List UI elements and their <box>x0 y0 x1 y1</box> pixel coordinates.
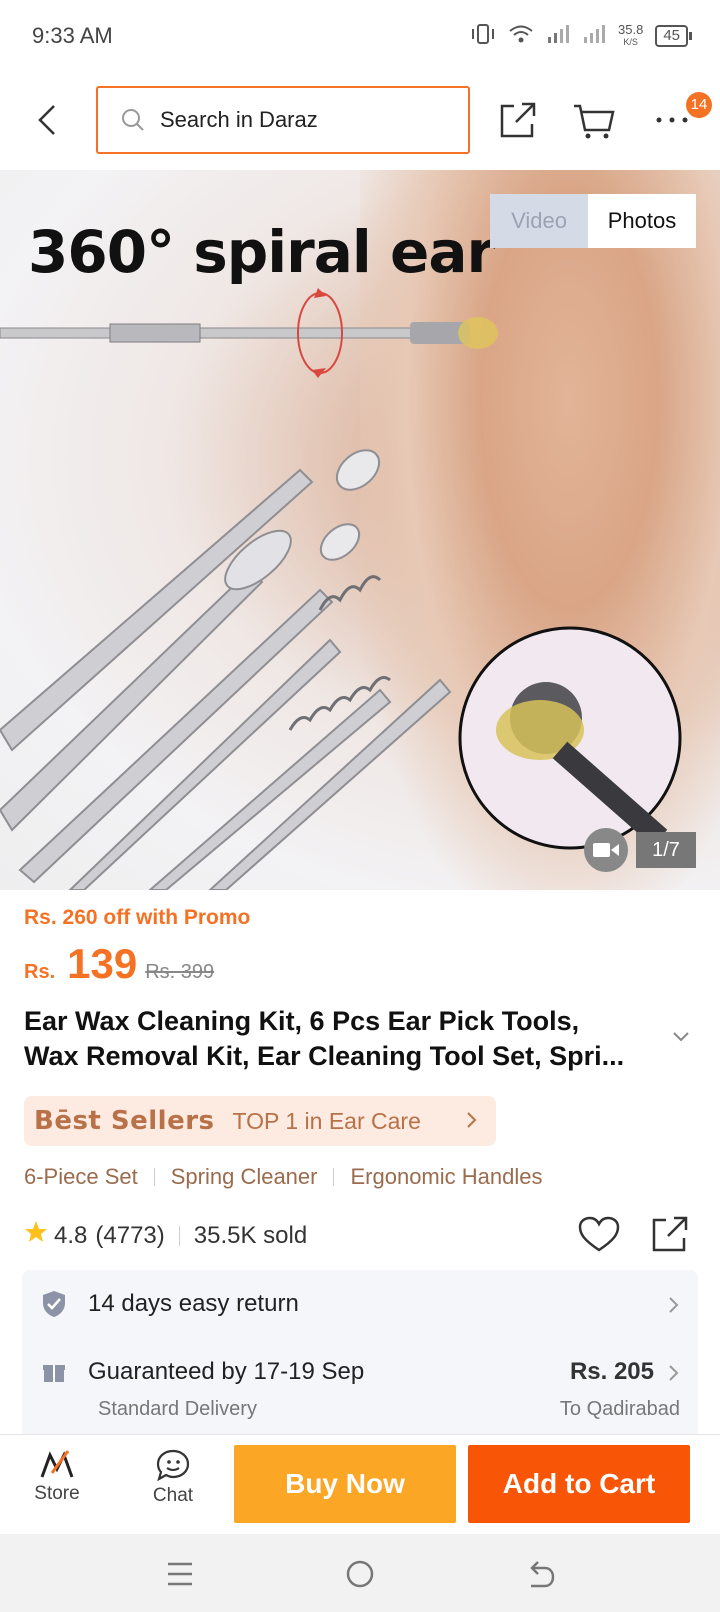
signal-icon-2 <box>582 23 606 50</box>
delivery-location: To Qadirabad <box>559 1398 680 1420</box>
store-button[interactable]: Store <box>12 1449 102 1505</box>
chevron-right-icon <box>668 1296 680 1319</box>
buy-now-button[interactable]: Buy Now <box>234 1445 456 1523</box>
gift-box-icon <box>42 1360 66 1389</box>
product-image-gallery[interactable]: 360° spiral ear Video Photos 1/7 <box>0 170 720 890</box>
share-icon <box>500 102 536 138</box>
cart-badge: 14 <box>686 92 712 118</box>
net-speed: 35.8 K/S <box>618 22 644 48</box>
return-policy-label: 14 days easy return <box>88 1290 299 1317</box>
original-price: Rs. 399 <box>145 961 215 983</box>
price-currency: Rs. <box>24 961 56 983</box>
back-arrow-icon <box>38 105 55 135</box>
tag-divider <box>333 1168 335 1186</box>
rating-count: (4773) <box>95 1221 165 1249</box>
tag-item: 6-Piece Set <box>24 1164 138 1189</box>
delivery-guarantee: Guaranteed by 17-19 Sep <box>88 1358 365 1385</box>
menu-lines-icon <box>168 1562 192 1586</box>
status-time: 9:33 AM <box>32 23 113 48</box>
system-navigation-bar <box>0 1534 720 1612</box>
delivery-row[interactable]: Guaranteed by 17-19 Sep Rs. 205 Standard… <box>22 1340 698 1446</box>
media-toggle: Video Photos <box>490 194 696 248</box>
chat-button[interactable]: Chat <box>128 1449 218 1507</box>
top-header: Search in Daraz 14 <box>0 72 720 168</box>
recent-apps-button[interactable] <box>162 1556 198 1592</box>
return-policy-row[interactable]: 14 days easy return <box>22 1270 698 1340</box>
tag-item: Spring Cleaner <box>170 1164 318 1189</box>
rating-row[interactable]: 4.8 (4773) 35.5K sold <box>24 1220 307 1251</box>
chevron-right-icon <box>466 1111 478 1134</box>
chat-label: Chat <box>152 1485 194 1506</box>
wishlist-heart-icon[interactable] <box>578 1216 620 1259</box>
image-caption: 360° spiral ear <box>28 218 495 286</box>
add-to-cart-button[interactable]: Add to Cart <box>468 1445 690 1523</box>
price-value: 139 <box>67 940 138 987</box>
net-speed-unit: K/S <box>623 37 638 47</box>
signal-icon <box>546 23 570 50</box>
store-label: Store <box>34 1483 80 1504</box>
bestseller-logo: Bēst Sellers <box>34 1106 215 1136</box>
price-row: Rs. 139 Rs. 399 <box>24 940 214 988</box>
tag-item: Ergonomic Handles <box>350 1164 543 1189</box>
product-title-line-1: Ear Wax Cleaning Kit, 6 Pcs Ear Pick Too… <box>24 1006 580 1036</box>
video-camera-icon <box>593 843 619 857</box>
product-title[interactable]: Ear Wax Cleaning Kit, 6 Pcs Ear Pick Too… <box>24 1004 664 1074</box>
image-counter: 1/7 <box>636 832 696 868</box>
video-play-button[interactable] <box>584 828 628 872</box>
search-placeholder: Search in Daraz <box>160 107 318 132</box>
return-arrow-icon <box>530 1561 555 1588</box>
service-card: 14 days easy return Guaranteed by 17-19 … <box>22 1270 698 1446</box>
vibrate-icon <box>470 23 496 50</box>
tab-photos[interactable]: Photos <box>588 194 696 248</box>
search-icon <box>122 109 144 131</box>
bestseller-banner[interactable]: Bēst Sellers TOP 1 in Ear Care <box>24 1096 496 1146</box>
bottom-action-bar: Store Chat Buy Now Add to Cart <box>0 1434 720 1534</box>
share-button[interactable] <box>496 98 540 142</box>
shield-check-icon <box>42 1290 66 1323</box>
rating-divider <box>178 1225 180 1246</box>
net-speed-value: 35.8 <box>618 22 644 37</box>
share-product-icon[interactable] <box>650 1214 690 1259</box>
store-logo-icon <box>40 1450 74 1478</box>
bestseller-text: TOP 1 in Ear Care <box>232 1107 421 1134</box>
more-dots-icon <box>656 117 688 123</box>
back-button[interactable] <box>28 100 68 140</box>
search-input[interactable]: Search in Daraz <box>96 86 470 154</box>
cart-icon <box>574 104 615 139</box>
chat-icon <box>156 1449 190 1481</box>
wifi-icon <box>508 23 534 50</box>
home-button[interactable] <box>342 1556 378 1592</box>
sold-count: 35.5K sold <box>193 1221 308 1249</box>
battery-indicator: 45 <box>655 25 692 47</box>
tag-divider <box>153 1168 155 1186</box>
delivery-fee: Rs. 205 <box>569 1358 654 1385</box>
chevron-right-icon <box>668 1364 680 1387</box>
system-back-button[interactable] <box>522 1556 558 1592</box>
status-icons: 35.8 K/S 45 <box>470 22 692 50</box>
expand-title-chevron-icon[interactable] <box>672 1030 690 1048</box>
promo-text: Rs. 260 off with Promo <box>24 906 251 929</box>
product-title-line-2: Wax Removal Kit, Ear Cleaning Tool Set, … <box>24 1041 625 1071</box>
status-bar: 9:33 AM 35.8 K/S 45 <box>0 0 720 72</box>
star-icon <box>24 1220 48 1251</box>
home-circle-icon <box>346 1560 374 1588</box>
delivery-type: Standard Delivery <box>98 1398 257 1420</box>
feature-tags: 6-Piece Set Spring Cleaner Ergonomic Han… <box>24 1164 542 1190</box>
rating-value: 4.8 <box>54 1221 88 1249</box>
tab-video[interactable]: Video <box>490 194 588 248</box>
cart-button[interactable] <box>572 98 616 142</box>
